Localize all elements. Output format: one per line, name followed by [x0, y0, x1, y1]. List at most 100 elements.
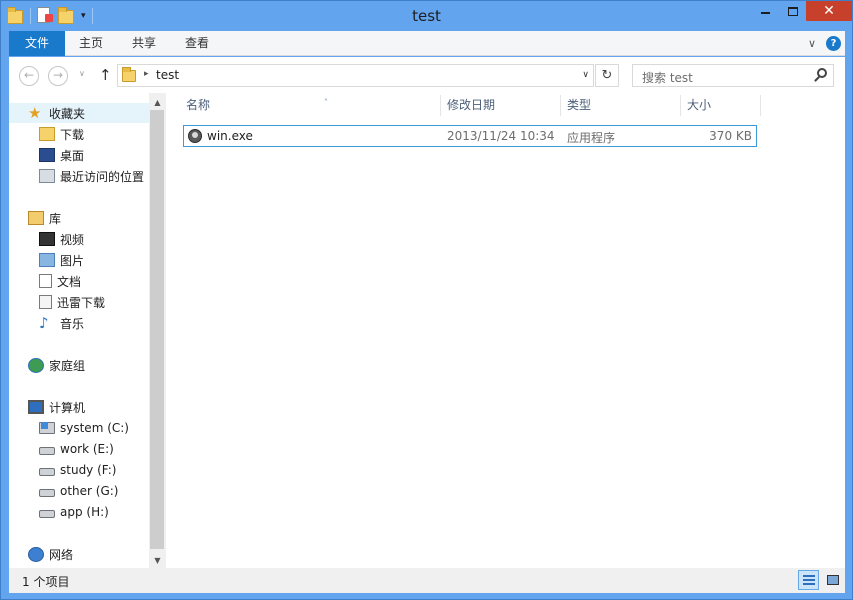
recent-locations-dropdown[interactable]: ∨ — [79, 69, 85, 78]
help-icon[interactable]: ? — [826, 36, 841, 51]
details-view-button[interactable] — [798, 570, 819, 590]
nav-label: 家庭组 — [49, 358, 86, 373]
computer-icon — [28, 400, 44, 414]
search-input[interactable]: 搜索 test — [642, 69, 693, 86]
nav-item-desktop[interactable]: 桌面 — [39, 145, 84, 165]
nav-homegroup[interactable]: 家庭组 — [28, 355, 85, 375]
nav-label: system (C:) — [60, 421, 129, 435]
nav-label: 网络 — [49, 547, 74, 562]
search-icon[interactable] — [817, 68, 827, 78]
recent-places-icon — [39, 169, 55, 183]
column-divider[interactable] — [680, 95, 681, 116]
file-name: win.exe — [207, 129, 253, 143]
back-button[interactable]: ← — [19, 66, 39, 86]
nav-label: 收藏夹 — [49, 106, 86, 121]
nav-label: 桌面 — [60, 148, 85, 163]
nav-label: 视频 — [60, 232, 85, 247]
tab-home[interactable]: 主页 — [71, 31, 111, 56]
refresh-button[interactable]: ↻ — [595, 64, 619, 87]
search-box[interactable]: 搜索 test — [632, 64, 834, 87]
nav-item-videos[interactable]: 视频 — [39, 229, 84, 249]
nav-item-drive-g[interactable]: other (G:) — [39, 481, 119, 501]
up-button[interactable]: ↑ — [99, 66, 112, 84]
nav-network[interactable]: 网络 — [28, 544, 73, 564]
expand-ribbon-icon[interactable]: ∨ — [808, 37, 816, 50]
nav-label: app (H:) — [60, 505, 109, 519]
column-divider[interactable] — [440, 95, 441, 116]
nav-label: 音乐 — [60, 316, 85, 331]
document-icon — [39, 274, 52, 288]
desktop-icon — [39, 148, 55, 162]
forward-button[interactable]: → — [48, 66, 68, 86]
scroll-thumb[interactable] — [150, 110, 164, 549]
nav-favorites[interactable]: ★ 收藏夹 — [9, 103, 149, 123]
column-header-date[interactable]: 修改日期 — [447, 93, 560, 118]
window-title: test — [412, 7, 441, 25]
nav-item-recent-places[interactable]: 最近访问的位置 — [39, 166, 144, 186]
sort-ascending-icon: ˄ — [324, 98, 328, 107]
navigation-pane: ★ 收藏夹 下载 桌面 最近访问的位置 库 视频 图片 文档 迅雷下载 ♪ 音乐… — [9, 93, 149, 568]
nav-item-thunder-downloads[interactable]: 迅雷下载 — [39, 292, 105, 312]
column-header-name[interactable]: 名称 ˄ — [186, 93, 440, 118]
drive-icon — [39, 510, 55, 518]
nav-computer[interactable]: 计算机 — [28, 397, 85, 417]
column-header-size[interactable]: 大小 — [687, 93, 760, 118]
tab-view[interactable]: 查看 — [177, 31, 217, 56]
nav-label: other (G:) — [60, 484, 119, 498]
drive-icon — [39, 489, 55, 497]
column-label: 名称 — [186, 98, 211, 112]
column-divider[interactable] — [760, 95, 761, 116]
tab-share[interactable]: 共享 — [124, 31, 164, 56]
nav-label: 下载 — [60, 127, 85, 142]
drive-icon — [39, 447, 55, 455]
nav-label: work (E:) — [60, 442, 114, 456]
address-bar[interactable]: ▸ test ∨ — [117, 64, 594, 87]
picture-icon — [39, 253, 55, 267]
scroll-up-button[interactable]: ▲ — [149, 96, 166, 110]
close-button[interactable]: ✕ — [806, 1, 852, 21]
nav-label: 库 — [49, 211, 62, 226]
ribbon-controls: ∨ ? — [808, 36, 841, 51]
document-icon — [39, 295, 52, 309]
large-icons-view-icon — [827, 575, 839, 585]
caption-buttons: ✕ — [752, 1, 852, 21]
nav-item-music[interactable]: ♪ 音乐 — [39, 313, 84, 333]
minimize-button[interactable] — [752, 1, 779, 21]
tab-file[interactable]: 文件 — [9, 31, 65, 56]
video-icon — [39, 232, 55, 246]
system-drive-icon — [39, 422, 55, 434]
column-divider[interactable] — [560, 95, 561, 116]
network-icon — [28, 546, 44, 562]
file-date: 2013/11/24 10:34 — [447, 129, 555, 143]
application-icon — [188, 129, 202, 143]
details-view-icon — [803, 575, 815, 585]
large-icons-view-button[interactable] — [822, 570, 843, 590]
nav-item-pictures[interactable]: 图片 — [39, 250, 84, 270]
nav-item-documents[interactable]: 文档 — [39, 271, 81, 291]
nav-label: 计算机 — [49, 400, 86, 415]
content-area: ★ 收藏夹 下载 桌面 最近访问的位置 库 视频 图片 文档 迅雷下载 ♪ 音乐… — [9, 93, 845, 568]
file-row[interactable]: win.exe 2013/11/24 10:34 应用程序 370 KB — [183, 125, 757, 147]
folder-icon — [122, 67, 136, 82]
breadcrumb-separator[interactable]: ▸ — [144, 69, 149, 79]
nav-item-drive-h[interactable]: app (H:) — [39, 502, 109, 522]
breadcrumb-item[interactable]: test — [156, 68, 179, 82]
address-dropdown[interactable]: ∨ — [582, 70, 589, 80]
homegroup-icon — [28, 357, 44, 373]
status-bar: 1 个项目 — [9, 568, 845, 593]
nav-label: 文档 — [57, 274, 82, 289]
nav-item-drive-f[interactable]: study (F:) — [39, 460, 116, 480]
navigation-bar: ← → ∨ ↑ ▸ test ∨ ↻ 搜索 test — [9, 57, 845, 93]
nav-item-downloads[interactable]: 下载 — [39, 124, 84, 144]
scroll-down-button[interactable]: ▼ — [149, 554, 166, 568]
nav-scrollbar[interactable]: ▲ ▼ — [149, 93, 166, 568]
minimize-icon — [761, 12, 770, 14]
nav-item-drive-e[interactable]: work (E:) — [39, 439, 114, 459]
nav-label: 最近访问的位置 — [60, 169, 145, 184]
maximize-button[interactable] — [779, 1, 806, 21]
nav-libraries[interactable]: 库 — [28, 208, 61, 228]
column-header-type[interactable]: 类型 — [567, 93, 680, 118]
nav-item-drive-c[interactable]: system (C:) — [39, 418, 129, 438]
maximize-icon — [787, 6, 798, 16]
item-count: 1 个项目 — [22, 575, 70, 589]
